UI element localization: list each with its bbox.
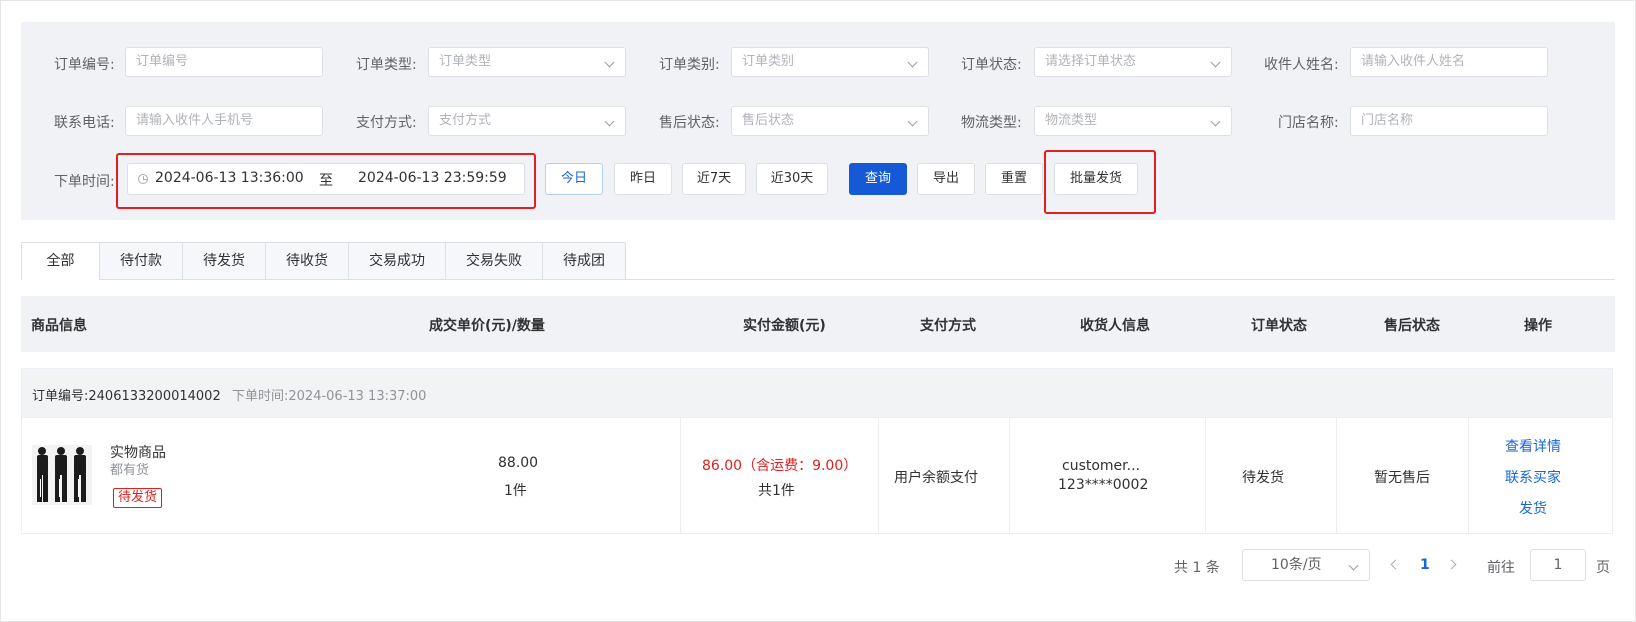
chevron-down-icon (1210, 116, 1221, 127)
logistics-label: 物流类型: (961, 115, 1022, 131)
store-label: 门店名称: (1278, 115, 1339, 131)
chevron-down-icon (1210, 57, 1221, 68)
goto-label: 前往 (1487, 560, 1515, 576)
col-divider (1336, 418, 1337, 533)
tab-all[interactable]: 全部 (21, 242, 100, 280)
after-sale-placeholder: 售后状态 (742, 113, 795, 128)
chevron-down-icon (907, 116, 918, 127)
reset-button[interactable]: 重置 (985, 163, 1043, 195)
order-time-label: 下单时间: (54, 174, 115, 190)
view-detail-link[interactable]: 查看详情 (1505, 436, 1561, 456)
after-sale-status: 暂无售后 (1374, 470, 1430, 486)
product-sub: 都有货 (110, 463, 150, 478)
chevron-down-icon (604, 57, 615, 68)
after-sale-select[interactable]: 售后状态 (731, 106, 929, 136)
order-no-input[interactable]: 订单编号 (125, 47, 323, 77)
tab-pending-payment[interactable]: 待付款 (99, 242, 183, 280)
order-status-placeholder: 请选择订单状态 (1045, 54, 1137, 69)
table-header: 商品信息 成交单价(元)/数量 实付金额(元) 支付方式 收货人信息 订单状态 … (21, 296, 1615, 352)
table-row: 实物商品 都有货 待发货 88.00 1件 86.00（含运费：9.00） 共1… (21, 418, 1613, 534)
order-type-select[interactable]: 订单类型 (428, 47, 626, 77)
receiver-phone: 123****0002 (1058, 477, 1149, 493)
phone-label: 联系电话: (54, 115, 115, 131)
query-button[interactable]: 查询 (849, 163, 907, 195)
receiver-name: customer... (1062, 458, 1140, 474)
page-size-value: 10条/页 (1271, 557, 1322, 573)
unit-price: 88.00 (498, 455, 539, 471)
logistics-select[interactable]: 物流类型 (1034, 106, 1232, 136)
col-ops: 操作 (1524, 318, 1552, 334)
pagination-total: 共 1 条 (1174, 560, 1220, 576)
col-divider (878, 418, 879, 533)
tab-divider (625, 279, 1615, 280)
tab-pending-receipt[interactable]: 待收货 (265, 242, 349, 280)
product-status-tag: 待发货 (113, 488, 163, 508)
col-receiver: 收货人信息 (1080, 318, 1150, 334)
tab-failed[interactable]: 交易失败 (445, 242, 543, 280)
order-status: 待发货 (1242, 470, 1284, 486)
order-header: 订单编号:2406133200014002 下单时间:2024-06-13 13… (21, 368, 1613, 418)
quantity: 1件 (504, 483, 527, 499)
today-button[interactable]: 今日 (545, 163, 603, 195)
last-7-days-button[interactable]: 近7天 (682, 163, 746, 195)
product-thumbnail[interactable] (32, 445, 92, 505)
receiver-name-label: 收件人姓名: (1264, 57, 1339, 73)
page-size-select[interactable]: 10条/页 (1242, 549, 1370, 581)
order-type-placeholder: 订单类型 (439, 54, 492, 69)
pay-method-label: 支付方式: (356, 115, 417, 131)
highlight-batch-ship (1044, 150, 1156, 214)
store-input[interactable]: 门店名称 (1350, 106, 1548, 136)
order-category-label: 订单类别: (659, 57, 720, 73)
tab-pending-shipment[interactable]: 待发货 (182, 242, 266, 280)
col-pay-method: 支付方式 (920, 318, 976, 334)
paid-amount: 86.00（含运费：9.00） (702, 458, 858, 474)
ship-link[interactable]: 发货 (1519, 498, 1547, 518)
highlight-date-range (116, 153, 536, 209)
col-price-qty: 成交单价(元)/数量 (429, 318, 545, 334)
page-number-current[interactable]: 1 (1420, 557, 1430, 573)
tab-pending-group[interactable]: 待成团 (542, 242, 626, 280)
goto-page-input[interactable]: 1 (1530, 549, 1586, 581)
paid-count: 共1件 (758, 483, 795, 499)
order-status-label: 订单状态: (961, 57, 1022, 73)
page-unit-label: 页 (1596, 560, 1610, 576)
pay-method-placeholder: 支付方式 (439, 113, 492, 128)
contact-buyer-link[interactable]: 联系买家 (1505, 467, 1561, 487)
order-number: 订单编号:2406133200014002 (32, 389, 221, 404)
pay-method: 用户余额支付 (894, 470, 978, 486)
after-sale-label: 售后状态: (659, 115, 720, 131)
col-status: 订单状态 (1251, 318, 1307, 334)
chevron-down-icon (604, 116, 615, 127)
order-category-placeholder: 订单类别 (742, 54, 795, 69)
logistics-placeholder: 物流类型 (1045, 113, 1098, 128)
col-after-sale: 售后状态 (1384, 318, 1440, 334)
col-divider (1205, 418, 1206, 533)
tab-success[interactable]: 交易成功 (348, 242, 446, 280)
col-divider (680, 418, 681, 533)
pay-method-select[interactable]: 支付方式 (428, 106, 626, 136)
order-time: 下单时间:2024-06-13 13:37:00 (232, 389, 427, 404)
receiver-name-input[interactable]: 请输入收件人姓名 (1350, 47, 1548, 77)
order-type-label: 订单类型: (356, 57, 417, 73)
phone-input[interactable]: 请输入收件人手机号 (125, 106, 323, 136)
export-button[interactable]: 导出 (917, 163, 975, 195)
order-no-label: 订单编号: (54, 57, 115, 73)
col-product: 商品信息 (31, 318, 87, 334)
col-divider (1009, 418, 1010, 533)
chevron-down-icon (1348, 560, 1359, 571)
order-status-select[interactable]: 请选择订单状态 (1034, 47, 1232, 77)
yesterday-button[interactable]: 昨日 (614, 163, 672, 195)
col-divider (1468, 418, 1469, 533)
order-category-select[interactable]: 订单类别 (731, 47, 929, 77)
col-paid: 实付金额(元) (743, 318, 826, 334)
last-30-days-button[interactable]: 近30天 (756, 163, 828, 195)
chevron-down-icon (907, 57, 918, 68)
